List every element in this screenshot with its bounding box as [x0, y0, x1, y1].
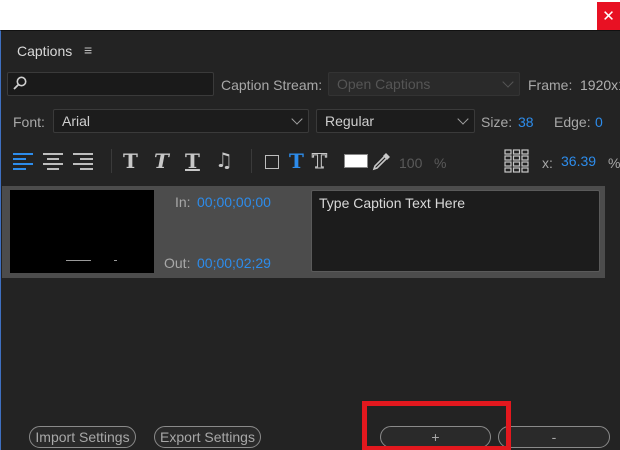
font-value: Arial — [62, 113, 91, 129]
captions-panel: Captions ≡ Caption Stream: Open Captions… — [0, 30, 620, 450]
close-window-button[interactable]: ✕ — [597, 2, 620, 30]
caption-stream-value: Open Captions — [337, 76, 431, 92]
edge-value[interactable]: 0 — [595, 114, 603, 130]
eyedropper-icon[interactable] — [372, 151, 392, 171]
text-outline-icon[interactable]: T — [312, 149, 328, 174]
x-position-unit: % — [608, 155, 620, 171]
size-value[interactable]: 38 — [518, 114, 534, 130]
x-position-value[interactable]: 36.39 — [561, 153, 596, 169]
caption-stream-dropdown: Open Captions — [328, 72, 520, 96]
font-style-dropdown[interactable]: Regular — [316, 109, 475, 133]
size-label: Size: — [481, 114, 513, 130]
frame-label: Frame: — [528, 77, 573, 93]
chevron-down-icon — [291, 113, 303, 125]
caption-text-field[interactable]: Type Caption Text Here — [311, 190, 600, 272]
window-titlebar: ✕ — [0, 0, 620, 30]
underline-icon[interactable]: T — [185, 149, 200, 173]
remove-caption-button[interactable]: - — [498, 426, 610, 448]
opacity-unit: % — [434, 155, 447, 171]
font-dropdown[interactable]: Arial — [53, 109, 309, 133]
color-swatch[interactable] — [344, 154, 368, 168]
bold-icon[interactable]: T — [123, 149, 138, 173]
out-label: Out: — [164, 255, 191, 271]
panel-menu-icon[interactable]: ≡ — [84, 42, 92, 58]
align-left-icon[interactable] — [13, 153, 33, 170]
frame-value: 1920x1 — [580, 77, 620, 93]
chevron-down-icon — [457, 113, 469, 125]
in-label: In: — [175, 194, 191, 210]
highlight-annotation — [362, 401, 511, 450]
import-settings-button[interactable]: Import Settings — [29, 426, 136, 448]
font-label: Font: — [13, 114, 45, 130]
caption-thumbnail — [10, 190, 154, 273]
panel-title[interactable]: Captions — [17, 43, 72, 59]
export-settings-button[interactable]: Export Settings — [154, 426, 261, 448]
out-timecode[interactable]: 00;00;02;29 — [197, 255, 271, 271]
background-color-icon[interactable] — [265, 155, 279, 169]
position-grid-icon[interactable] — [504, 149, 529, 174]
toolbar-divider — [251, 149, 252, 173]
text-color-icon[interactable]: T — [289, 149, 304, 173]
edge-label: Edge: — [554, 114, 591, 130]
chevron-down-icon — [502, 76, 514, 88]
align-right-icon[interactable] — [73, 153, 93, 170]
italic-icon[interactable]: T — [154, 149, 169, 173]
in-timecode[interactable]: 00;00;00;00 — [197, 194, 271, 210]
toolbar-divider — [111, 149, 112, 173]
search-icon — [13, 76, 27, 90]
music-note-icon[interactable]: ♫ — [215, 148, 233, 172]
caption-stream-label: Caption Stream: — [221, 77, 323, 93]
search-input[interactable] — [7, 72, 214, 96]
align-center-icon[interactable] — [43, 153, 63, 170]
x-position-label: x: — [542, 155, 553, 171]
opacity-value: 100 — [399, 155, 423, 171]
font-style-value: Regular — [325, 113, 375, 129]
